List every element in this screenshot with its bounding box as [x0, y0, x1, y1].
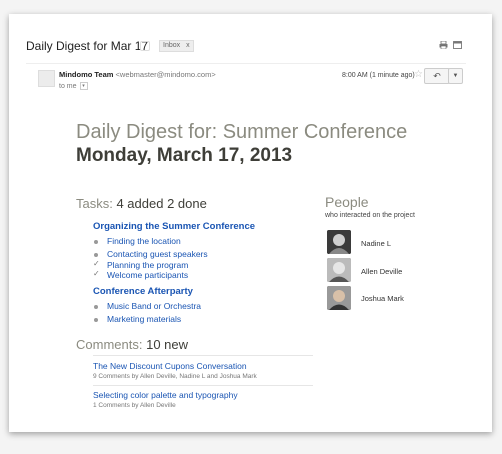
task-item[interactable]: Contacting guest speakers — [107, 249, 208, 259]
remove-label-icon[interactable]: x — [186, 42, 190, 49]
bullet-icon — [94, 305, 98, 309]
print-icon[interactable] — [439, 41, 448, 49]
recipient-text: to me — [59, 82, 77, 90]
show-details-icon[interactable]: ▾ — [79, 82, 88, 90]
comment-thread-title[interactable]: The New Discount Cupons Conversation — [93, 361, 247, 371]
check-icon: ✓ — [93, 259, 100, 268]
email-subject: Daily Digest for Mar 17 — [26, 39, 149, 53]
sender-avatar — [38, 70, 55, 87]
divider — [93, 385, 313, 386]
chevron-down-icon: ▼ — [452, 73, 459, 79]
avatar[interactable] — [327, 258, 351, 282]
digest-title: Daily Digest for: Summer Conference — [76, 121, 408, 143]
comment-thread-title[interactable]: Selecting color palette and typography — [93, 390, 238, 400]
inbox-label-text: Inbox — [163, 42, 181, 49]
task-item[interactable]: Marketing materials — [107, 314, 181, 324]
divider — [93, 355, 313, 356]
check-icon: ✓ — [93, 269, 100, 278]
comments-heading-label: Comments: — [76, 337, 143, 352]
sender-line: Mindomo Team <webmaster@mindomo.com> — [59, 70, 216, 79]
inbox-label[interactable]: Inbox x — [159, 40, 194, 52]
task-group-title[interactable]: Conference Afterparty — [93, 286, 193, 297]
sender-email: <webmaster@mindomo.com> — [115, 70, 216, 79]
task-item[interactable]: Finding the location — [107, 236, 181, 246]
email-time: 8:00 AM (1 minute ago) — [342, 72, 415, 79]
tasks-heading-label: Tasks: — [76, 196, 113, 211]
person-name[interactable]: Allen Deville — [361, 267, 402, 276]
comments-count: 10 new — [146, 337, 189, 352]
bullet-icon — [94, 240, 98, 244]
person-name[interactable]: Nadine L — [361, 239, 391, 248]
comment-thread-meta: 1 Comments by Allen Deville — [93, 402, 176, 409]
bullet-icon — [94, 318, 98, 322]
comments-heading: Comments: 10 new — [76, 337, 188, 352]
people-heading: People — [325, 194, 369, 210]
digest-date: Monday, March 17, 2013 — [76, 145, 293, 166]
recipient-line: to me ▾ — [59, 82, 88, 90]
reply-icon: ↶ — [433, 71, 441, 81]
star-icon[interactable]: ☆ — [414, 69, 423, 80]
avatar[interactable] — [327, 230, 351, 254]
header-divider — [26, 63, 466, 64]
avatar[interactable] — [327, 286, 351, 310]
bullet-icon — [94, 253, 98, 257]
person-name[interactable]: Joshua Mark — [361, 294, 404, 303]
task-item[interactable]: Welcome participants — [107, 270, 188, 280]
tasks-summary: 4 added 2 done — [116, 196, 207, 211]
more-actions-button[interactable]: ▼ — [448, 68, 463, 84]
comment-thread-meta: 9 Comments by Allen Deville, Nadine L an… — [93, 373, 257, 380]
task-item[interactable]: Planning the program — [107, 260, 188, 270]
tasks-heading: Tasks: 4 added 2 done — [76, 196, 207, 211]
task-group-title[interactable]: Organizing the Summer Conference — [93, 221, 255, 232]
sender-name[interactable]: Mindomo Team — [59, 70, 113, 79]
task-item[interactable]: Music Band or Orchestra — [107, 301, 201, 311]
reply-button[interactable]: ↶ — [424, 68, 450, 84]
label-icon[interactable] — [140, 41, 150, 51]
people-subtitle: who interacted on the project — [325, 212, 415, 219]
new-window-icon[interactable] — [453, 41, 462, 49]
